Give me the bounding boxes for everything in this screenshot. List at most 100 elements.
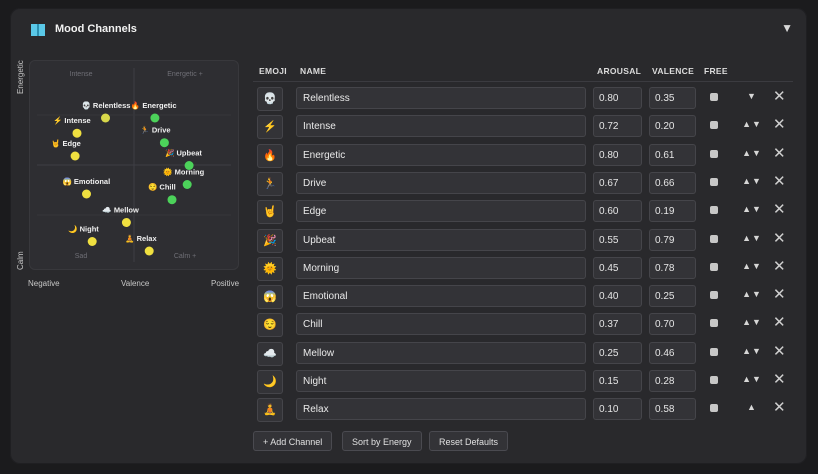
plot-corner-label: Sad — [75, 253, 88, 260]
table-row: 🌞 Morning 0.45 0.78 ▲▼ ✕ — [253, 256, 793, 284]
name-input[interactable]: Night — [296, 370, 586, 392]
triangle-down-icon[interactable]: ▼ — [781, 21, 793, 35]
arousal-input[interactable]: 0.40 — [593, 285, 642, 308]
reorder-arrows-icon[interactable]: ▲▼ — [740, 204, 764, 214]
emoji-field[interactable]: 🌞 — [257, 256, 283, 281]
panel-header[interactable]: Mood Channels ▼ — [10, 8, 807, 52]
free-checkbox[interactable] — [710, 149, 718, 158]
valence-input[interactable]: 0.66 — [649, 171, 696, 194]
emoji-field[interactable]: ⚡ — [257, 115, 283, 140]
free-checkbox[interactable] — [710, 376, 718, 384]
close-icon[interactable]: ✕ — [773, 173, 786, 191]
close-icon[interactable]: ✕ — [773, 343, 786, 361]
valence-input[interactable]: 0.70 — [649, 313, 696, 336]
close-icon[interactable]: ✕ — [773, 145, 786, 163]
data-point — [70, 151, 80, 161]
reorder-arrows-icon[interactable]: ▲▼ — [740, 374, 764, 384]
add-channel-button[interactable]: + Add Channel — [253, 431, 333, 451]
close-icon[interactable]: ✕ — [773, 371, 786, 389]
valence-input[interactable]: 0.28 — [649, 370, 696, 392]
emoji-field[interactable]: 🌙 — [257, 370, 283, 394]
data-point — [150, 113, 160, 123]
emoji-field[interactable]: 💀 — [257, 87, 283, 111]
reorder-arrows-icon[interactable]: ▲▼ — [740, 317, 764, 327]
reorder-arrows-icon[interactable]: ▲▼ — [740, 233, 764, 243]
name-input[interactable]: Chill — [296, 313, 586, 336]
free-checkbox[interactable] — [710, 177, 718, 186]
name-input[interactable]: Upbeat — [296, 228, 586, 251]
emoji-field[interactable]: 🔥 — [257, 143, 283, 168]
valence-input[interactable]: 0.19 — [649, 200, 696, 223]
free-checkbox[interactable] — [710, 319, 718, 328]
close-icon[interactable]: ✕ — [773, 201, 786, 219]
arousal-input[interactable]: 0.10 — [593, 398, 642, 421]
name-input[interactable]: Energetic — [296, 143, 586, 166]
arousal-input[interactable]: 0.15 — [593, 370, 642, 392]
arousal-input[interactable]: 0.55 — [593, 228, 642, 251]
close-icon[interactable]: ✕ — [773, 314, 786, 332]
close-icon[interactable]: ✕ — [773, 258, 786, 276]
data-point — [182, 180, 192, 189]
arousal-input[interactable]: 0.72 — [593, 115, 642, 138]
arousal-input[interactable]: 0.37 — [593, 313, 642, 336]
arousal-input[interactable]: 0.60 — [593, 200, 642, 223]
close-icon[interactable]: ✕ — [773, 230, 786, 248]
emoji-field[interactable]: 🏃 — [257, 171, 283, 196]
x-axis-right-label: Positive — [211, 279, 240, 288]
valence-input[interactable]: 0.46 — [649, 341, 696, 364]
close-icon[interactable]: ✕ — [773, 88, 786, 106]
data-point-label: 🌙 Night — [68, 225, 99, 234]
reorder-arrows-icon[interactable]: ▲▼ — [740, 119, 764, 129]
mood-plot[interactable]: Intense Energetic + Sad Calm + 💀 Relentless ⚡… — [29, 60, 239, 270]
table-row: 💀 Relentless 0.80 0.35 ▼ ✕ — [253, 86, 793, 114]
valence-input[interactable]: 0.78 — [649, 256, 696, 279]
arousal-input[interactable]: 0.45 — [593, 256, 642, 279]
name-input[interactable]: Intense — [296, 115, 586, 138]
emoji-field[interactable]: 🤘 — [257, 200, 283, 225]
valence-input[interactable]: 0.20 — [649, 115, 696, 138]
name-input[interactable]: Morning — [296, 256, 586, 279]
reorder-arrows-icon[interactable]: ▼ — [740, 91, 764, 101]
valence-input[interactable]: 0.58 — [649, 398, 696, 421]
free-checkbox[interactable] — [710, 347, 718, 356]
reset-defaults-button[interactable]: Reset Defaults — [429, 431, 509, 451]
col-free: FREE — [704, 66, 728, 76]
free-checkbox[interactable] — [710, 93, 718, 101]
arousal-input[interactable]: 0.80 — [593, 87, 642, 109]
free-checkbox[interactable] — [710, 291, 718, 300]
arousal-input[interactable]: 0.80 — [593, 143, 642, 166]
emoji-field[interactable]: 😌 — [257, 313, 283, 338]
reorder-arrows-icon[interactable]: ▲▼ — [740, 289, 764, 299]
reorder-arrows-icon[interactable]: ▲▼ — [740, 176, 764, 186]
emoji-field[interactable]: 🎉 — [257, 228, 283, 253]
free-checkbox[interactable] — [710, 206, 718, 215]
sort-by-energy-button[interactable]: Sort by Energy — [342, 431, 422, 451]
valence-input[interactable]: 0.79 — [649, 228, 696, 251]
valence-input[interactable]: 0.25 — [649, 285, 696, 308]
close-icon[interactable]: ✕ — [773, 399, 786, 417]
name-input[interactable]: Drive — [296, 171, 586, 194]
emoji-field[interactable]: 🧘 — [257, 398, 283, 423]
emoji-field[interactable]: 😱 — [257, 285, 283, 310]
name-input[interactable]: Emotional — [296, 285, 586, 308]
reorder-arrows-icon[interactable]: ▲▼ — [740, 346, 764, 356]
valence-input[interactable]: 0.61 — [649, 143, 696, 166]
data-point — [144, 246, 154, 256]
name-input[interactable]: Relentless — [296, 87, 586, 109]
reorder-arrows-icon[interactable]: ▲ — [740, 402, 764, 412]
reorder-arrows-icon[interactable]: ▲▼ — [740, 261, 764, 271]
free-checkbox[interactable] — [710, 121, 718, 130]
reorder-arrows-icon[interactable]: ▲▼ — [740, 148, 764, 158]
close-icon[interactable]: ✕ — [773, 286, 786, 304]
arousal-input[interactable]: 0.25 — [593, 341, 642, 364]
free-checkbox[interactable] — [710, 404, 718, 413]
close-icon[interactable]: ✕ — [773, 116, 786, 134]
valence-input[interactable]: 0.35 — [649, 87, 696, 109]
name-input[interactable]: Edge — [296, 200, 586, 223]
free-checkbox[interactable] — [710, 262, 718, 271]
arousal-input[interactable]: 0.67 — [593, 171, 642, 194]
free-checkbox[interactable] — [710, 234, 718, 243]
emoji-field[interactable]: ☁️ — [257, 341, 283, 366]
name-input[interactable]: Mellow — [296, 341, 586, 364]
name-input[interactable]: Relax — [296, 398, 586, 421]
